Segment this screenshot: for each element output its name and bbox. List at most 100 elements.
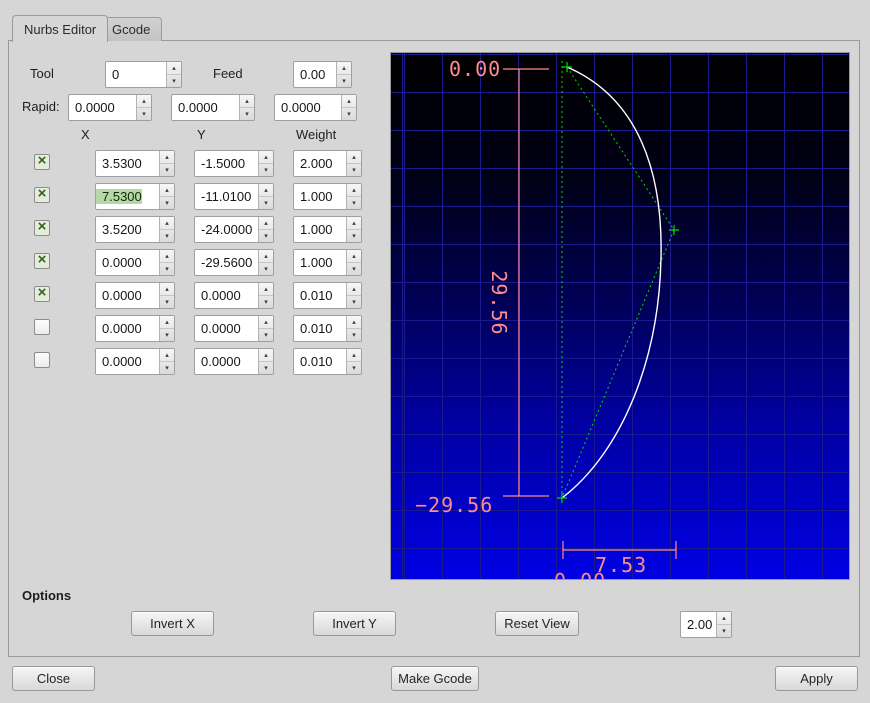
spin-steppers[interactable]: ▴ ▾ (258, 184, 273, 209)
spin-steppers[interactable]: ▴ ▾ (159, 217, 174, 242)
spin-steppers[interactable]: ▴ ▾ (336, 62, 351, 87)
rapid-x-spinbox[interactable]: 0.0000 ▴ ▾ (68, 94, 152, 121)
spin-up-icon[interactable]: ▴ (259, 151, 273, 164)
spin-down-icon[interactable]: ▾ (160, 362, 174, 374)
point-x-spinbox[interactable]: 0.0000 ▴ ▾ (95, 315, 175, 342)
spin-up-icon[interactable]: ▴ (347, 283, 361, 296)
point-weight-spinbox[interactable]: 0.010 ▴ ▾ (293, 348, 362, 375)
spin-steppers[interactable]: ▴ ▾ (159, 151, 174, 176)
spin-steppers[interactable]: ▴ ▾ (166, 62, 181, 87)
spin-down-icon[interactable]: ▾ (347, 296, 361, 308)
tab-gcode[interactable]: Gcode (100, 17, 163, 41)
point-weight-spinbox[interactable]: 1.000 ▴ ▾ (293, 249, 362, 276)
spin-up-icon[interactable]: ▴ (160, 184, 174, 197)
spin-steppers[interactable]: ▴ ▾ (159, 283, 174, 308)
spin-steppers[interactable]: ▴ ▾ (346, 283, 361, 308)
spin-steppers[interactable]: ▴ ▾ (258, 151, 273, 176)
tab-nurbs-editor[interactable]: Nurbs Editor (12, 15, 109, 42)
spin-down-icon[interactable]: ▾ (347, 263, 361, 275)
point-weight-spinbox[interactable]: 1.000 ▴ ▾ (293, 216, 362, 243)
spin-steppers[interactable]: ▴ ▾ (258, 217, 273, 242)
point-enable-checkbox[interactable] (34, 252, 50, 269)
spin-up-icon[interactable]: ▴ (160, 316, 174, 329)
spin-up-icon[interactable]: ▴ (717, 612, 731, 625)
spin-down-icon[interactable]: ▾ (717, 625, 731, 637)
spin-up-icon[interactable]: ▴ (259, 217, 273, 230)
point-enable-checkbox[interactable] (34, 285, 50, 302)
spin-down-icon[interactable]: ▾ (167, 75, 181, 87)
spin-steppers[interactable]: ▴ ▾ (136, 95, 151, 120)
spin-up-icon[interactable]: ▴ (347, 349, 361, 362)
spin-up-icon[interactable]: ▴ (347, 184, 361, 197)
spin-down-icon[interactable]: ▾ (259, 197, 273, 209)
spin-up-icon[interactable]: ▴ (347, 250, 361, 263)
spin-up-icon[interactable]: ▴ (342, 95, 356, 108)
spin-steppers[interactable]: ▴ ▾ (258, 283, 273, 308)
spin-up-icon[interactable]: ▴ (160, 349, 174, 362)
scale-spinbox[interactable]: 2.00 ▴ ▾ (680, 611, 732, 638)
spin-steppers[interactable]: ▴ ▾ (716, 612, 731, 637)
spin-steppers[interactable]: ▴ ▾ (346, 349, 361, 374)
point-y-spinbox[interactable]: -1.5000 ▴ ▾ (194, 150, 274, 177)
spin-up-icon[interactable]: ▴ (347, 316, 361, 329)
spin-down-icon[interactable]: ▾ (347, 164, 361, 176)
spin-steppers[interactable]: ▴ ▾ (346, 151, 361, 176)
spin-down-icon[interactable]: ▾ (259, 296, 273, 308)
point-x-spinbox[interactable]: 0.0000 ▴ ▾ (95, 282, 175, 309)
spin-up-icon[interactable]: ▴ (259, 316, 273, 329)
spin-down-icon[interactable]: ▾ (160, 263, 174, 275)
spin-up-icon[interactable]: ▴ (337, 62, 351, 75)
spin-down-icon[interactable]: ▾ (160, 164, 174, 176)
spin-up-icon[interactable]: ▴ (347, 217, 361, 230)
point-enable-checkbox[interactable] (34, 352, 50, 368)
point-enable-checkbox[interactable] (34, 319, 50, 335)
spin-down-icon[interactable]: ▾ (160, 230, 174, 242)
spin-down-icon[interactable]: ▾ (160, 197, 174, 209)
spin-down-icon[interactable]: ▾ (259, 362, 273, 374)
spin-steppers[interactable]: ▴ ▾ (258, 250, 273, 275)
spin-down-icon[interactable]: ▾ (259, 230, 273, 242)
point-enable-checkbox[interactable] (34, 153, 50, 170)
spin-down-icon[interactable]: ▾ (259, 164, 273, 176)
spin-down-icon[interactable]: ▾ (259, 263, 273, 275)
spin-up-icon[interactable]: ▴ (259, 184, 273, 197)
spin-steppers[interactable]: ▴ ▾ (346, 184, 361, 209)
spin-down-icon[interactable]: ▾ (160, 296, 174, 308)
spin-up-icon[interactable]: ▴ (259, 349, 273, 362)
invert-x-button[interactable]: Invert X (131, 611, 214, 636)
spin-steppers[interactable]: ▴ ▾ (258, 316, 273, 341)
spin-down-icon[interactable]: ▾ (160, 329, 174, 341)
close-button[interactable]: Close (12, 666, 95, 691)
spin-steppers[interactable]: ▴ ▾ (346, 250, 361, 275)
point-weight-spinbox[interactable]: 0.010 ▴ ▾ (293, 315, 362, 342)
tool-spinbox[interactable]: 0 ▴ ▾ (105, 61, 182, 88)
spin-up-icon[interactable]: ▴ (160, 217, 174, 230)
spin-steppers[interactable]: ▴ ▾ (346, 217, 361, 242)
spin-up-icon[interactable]: ▴ (137, 95, 151, 108)
spin-down-icon[interactable]: ▾ (347, 230, 361, 242)
spin-down-icon[interactable]: ▾ (347, 362, 361, 374)
spin-down-icon[interactable]: ▾ (337, 75, 351, 87)
point-y-spinbox[interactable]: -24.0000 ▴ ▾ (194, 216, 274, 243)
spin-steppers[interactable]: ▴ ▾ (258, 349, 273, 374)
spin-steppers[interactable]: ▴ ▾ (346, 316, 361, 341)
point-y-spinbox[interactable]: -29.5600 ▴ ▾ (194, 249, 274, 276)
spin-up-icon[interactable]: ▴ (167, 62, 181, 75)
point-enable-checkbox[interactable] (34, 219, 50, 236)
point-y-spinbox[interactable]: 0.0000 ▴ ▾ (194, 348, 274, 375)
point-x-spinbox[interactable]: 7.5300 ▴ ▾ (95, 183, 175, 210)
point-x-spinbox[interactable]: 3.5300 ▴ ▾ (95, 150, 175, 177)
spin-up-icon[interactable]: ▴ (259, 283, 273, 296)
spin-steppers[interactable]: ▴ ▾ (239, 95, 254, 120)
point-x-spinbox[interactable]: 3.5200 ▴ ▾ (95, 216, 175, 243)
spin-up-icon[interactable]: ▴ (347, 151, 361, 164)
spin-down-icon[interactable]: ▾ (347, 197, 361, 209)
apply-button[interactable]: Apply (775, 666, 858, 691)
rapid-z-spinbox[interactable]: 0.0000 ▴ ▾ (274, 94, 357, 121)
preview-plot[interactable]: 0.00 29.56 −29.56 7.53 0.00 (390, 52, 850, 580)
spin-down-icon[interactable]: ▾ (240, 108, 254, 120)
point-y-spinbox[interactable]: 0.0000 ▴ ▾ (194, 282, 274, 309)
spin-steppers[interactable]: ▴ ▾ (159, 349, 174, 374)
spin-steppers[interactable]: ▴ ▾ (159, 250, 174, 275)
make-gcode-button[interactable]: Make Gcode (391, 666, 479, 691)
